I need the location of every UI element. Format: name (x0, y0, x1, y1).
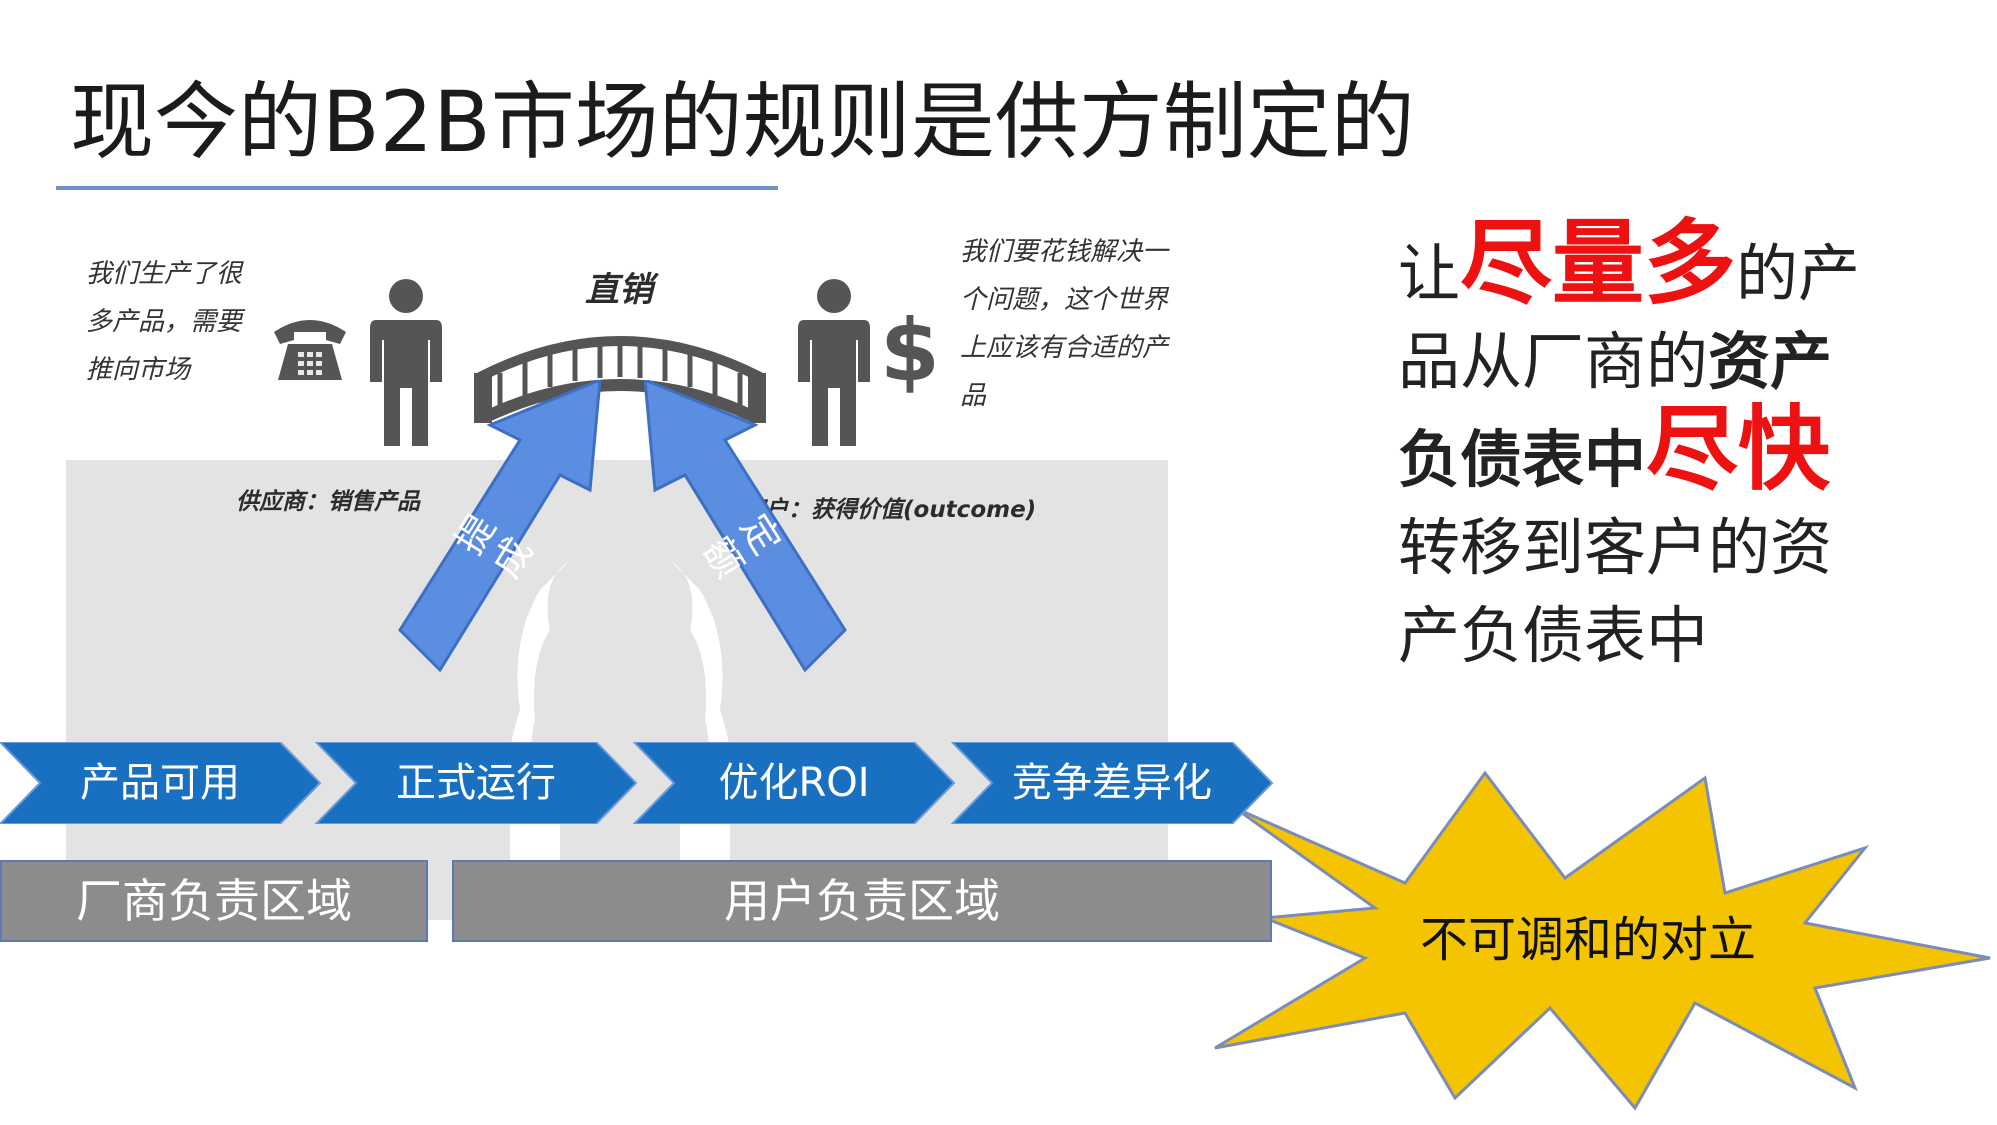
dollar-icon: $ (880, 301, 940, 401)
page-title: 现今的B2B市场的规则是供方制定的 (70, 73, 1415, 171)
supplier-note-line: 推向市场 (86, 355, 191, 385)
customer-note-line: 品 (960, 381, 987, 411)
side-line: 负债表中尽快 (1398, 404, 1958, 504)
conflict-label: 不可调和的对立 (1420, 912, 1757, 968)
side-emphasis: 尽快 (1646, 396, 1831, 503)
supplier-note-line: 多产品，需要 (86, 307, 243, 337)
vendor-zone: 厂商负责区域 (0, 860, 428, 942)
side-text: 的产 (1736, 237, 1861, 310)
side-text: 让 (1398, 237, 1461, 310)
supplier-note-line: 我们生产了很 (86, 259, 243, 289)
user-zone: 用户负责区域 (452, 860, 1272, 942)
title-underline (56, 186, 778, 190)
stage-label: 产品可用 (80, 760, 240, 806)
stage-label: 正式运行 (396, 760, 556, 806)
bridge-label: 直销 (585, 270, 653, 310)
supplier-note: 我们生产了很 多产品，需要 推向市场 (86, 250, 296, 394)
customer-note-line: 我们要花钱解决一 (960, 237, 1169, 267)
side-bold: 资产 (1708, 325, 1833, 398)
side-text: 品从厂商的 (1398, 325, 1709, 398)
side-line: 让尽量多的产 (1398, 218, 1958, 318)
telephone-icon (274, 320, 346, 380)
customer-note-line: 上应该有合适的产 (960, 333, 1169, 363)
stage-label: 优化ROI (718, 760, 870, 806)
side-line: 品从厂商的资产 (1398, 318, 1958, 406)
side-statement: 让尽量多的产 品从厂商的资产 负债表中尽快 转移到客户的资 产负债表中 (1398, 218, 1958, 680)
stage-label: 竞争差异化 (1012, 760, 1212, 806)
side-emphasis: 尽量多 (1460, 210, 1737, 317)
side-line: 转移到客户的资 (1398, 511, 1833, 584)
customer-note: 我们要花钱解决一 个问题，这个世界 上应该有合适的产 品 (960, 228, 1220, 420)
side-line: 产负债表中 (1398, 599, 1709, 672)
side-bold: 负债表中 (1398, 423, 1647, 496)
customer-note-line: 个问题，这个世界 (960, 285, 1169, 315)
